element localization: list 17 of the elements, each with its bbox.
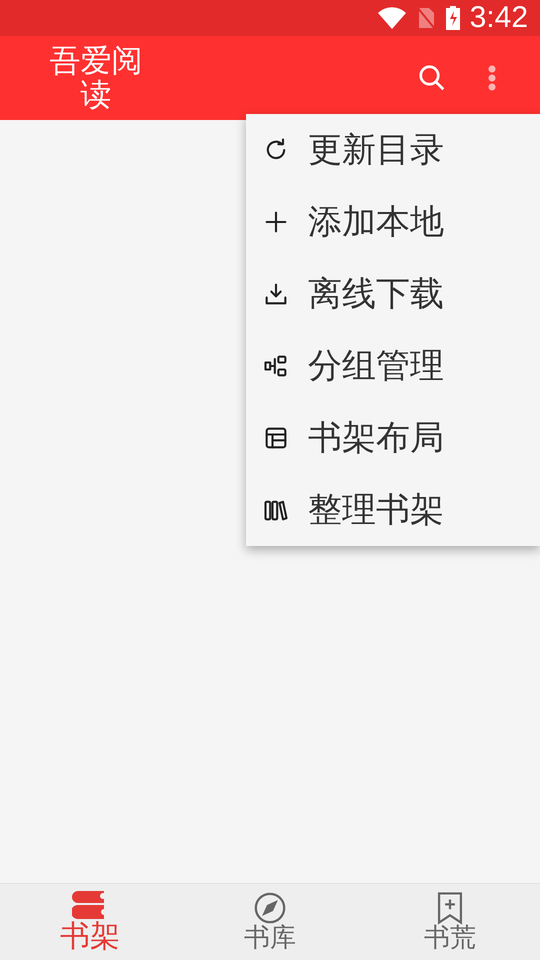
menu-item[interactable]: 书架布局: [246, 402, 540, 474]
nav-tab[interactable]: 书库: [180, 884, 360, 960]
compass-icon: [253, 891, 287, 926]
wifi-icon: [378, 7, 406, 29]
menu-item[interactable]: 离线下载: [246, 258, 540, 330]
more-icon: [488, 65, 496, 91]
menu-item[interactable]: 分组管理: [246, 330, 540, 402]
status-time: 3:42: [470, 1, 528, 35]
menu-item[interactable]: 整理书架: [246, 474, 540, 546]
search-icon: [417, 63, 447, 93]
menu-item[interactable]: 添加本地: [246, 186, 540, 258]
menu-item[interactable]: 更新目录: [246, 114, 540, 186]
nav-tab[interactable]: 书荒: [360, 884, 540, 960]
app-title: 吾爱阅读: [48, 44, 144, 112]
bookmark-add-icon: [435, 891, 465, 926]
nav-tab[interactable]: 书架: [0, 884, 180, 960]
battery-charging-icon: [446, 6, 460, 30]
